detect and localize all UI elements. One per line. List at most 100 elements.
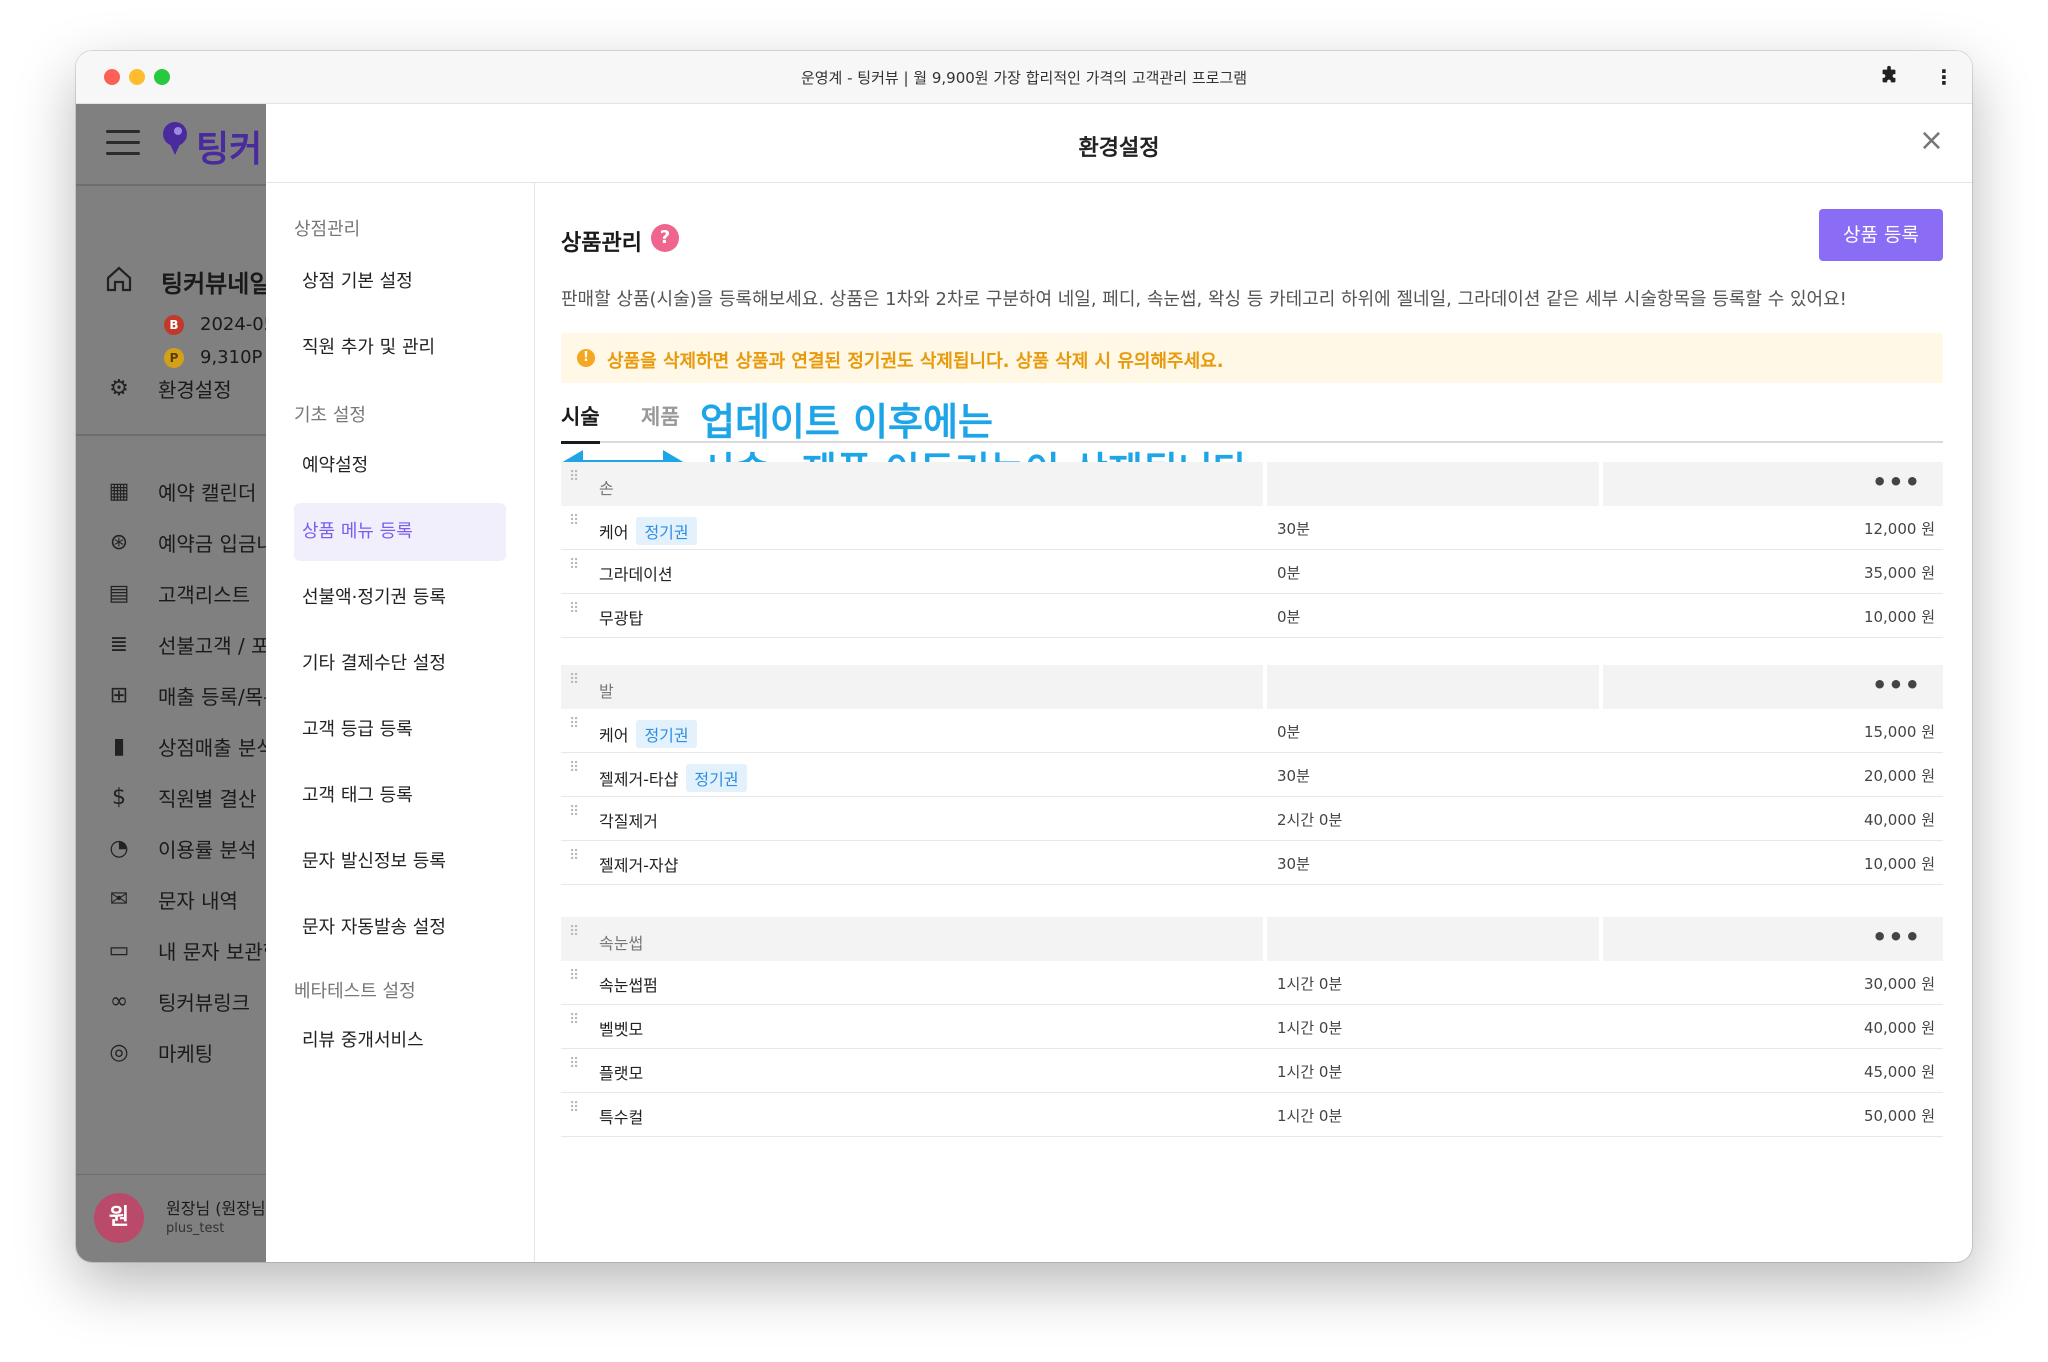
product-duration: 30분 [1277, 767, 1310, 785]
product-row[interactable]: ⠿ 케어 정기권 30분 12,000 원 [561, 506, 1943, 550]
product-name: 각질제거 [599, 812, 658, 831]
drag-handle-icon[interactable]: ⠿ [569, 1013, 581, 1037]
drag-handle-icon[interactable]: ⠿ [569, 805, 581, 829]
product-duration: 1시간 0분 [1277, 1107, 1343, 1125]
drag-handle-icon[interactable]: ⠿ [569, 470, 581, 494]
category-header[interactable]: ⠿ 속눈썹 ••• [561, 917, 1943, 961]
product-row[interactable]: ⠿ 무광탑 0분 10,000 원 [561, 594, 1943, 638]
bg-nav-item[interactable]: ⊛ 예약금 입금내 [104, 525, 275, 559]
product-row[interactable]: ⠿ 그라데이션 0분 35,000 원 [561, 550, 1943, 594]
product-name: 속눈썹펌 [599, 976, 658, 995]
bg-nav-item[interactable]: ⊞ 매출 등록/목록 [104, 678, 282, 712]
drag-handle-icon[interactable]: ⠿ [569, 849, 581, 873]
settings-nav-item[interactable]: 문자 자동발송 설정 [294, 899, 506, 957]
drag-handle-icon[interactable]: ⠿ [569, 1057, 581, 1081]
puzzle-icon[interactable] [1878, 65, 1900, 92]
bg-nav-item[interactable]: ✉ 문자 내역 [104, 882, 238, 916]
product-name: 젤제거-자샵 [599, 856, 679, 875]
product-row[interactable]: ⠿ 특수컬 1시간 0분 50,000 원 [561, 1093, 1943, 1137]
drag-handle-icon[interactable]: ⠿ [569, 1101, 581, 1125]
product-price: 12,000 원 [1863, 520, 1935, 538]
tab-product[interactable]: 제품 [641, 401, 680, 441]
product-row[interactable]: ⠿ 젤제거-자샵 30분 10,000 원 [561, 841, 1943, 885]
drag-handle-icon[interactable]: ⠿ [569, 602, 581, 626]
help-icon[interactable]: ? [651, 224, 679, 252]
link-icon: ∞ [109, 988, 129, 1014]
product-duration: 30분 [1277, 855, 1310, 873]
add-product-button[interactable]: 상품 등록 [1819, 209, 1943, 261]
product-name: 특수컬 [599, 1108, 644, 1127]
category-header[interactable]: ⠿ 손 ••• [561, 462, 1943, 506]
drag-handle-icon[interactable]: ⠿ [569, 969, 581, 993]
dollar-circle-icon: ⊛ [109, 529, 129, 555]
settings-nav-item[interactable]: 상품 메뉴 등록 [294, 503, 506, 561]
settings-nav-item[interactable]: 고객 태그 등록 [294, 767, 506, 825]
drag-handle-icon[interactable]: ⠿ [569, 761, 581, 785]
bg-nav-item[interactable]: ∞ 팅커뷰링크 [104, 984, 250, 1018]
category-header[interactable]: ⠿ 발 ••• [561, 665, 1943, 709]
product-price: 45,000 원 [1863, 1063, 1935, 1081]
product-row[interactable]: ⠿ 각질제거 2시간 0분 40,000 원 [561, 797, 1943, 841]
product-name: 벨벳모 [599, 1020, 644, 1039]
bg-settings-link[interactable]: ⚙ 환경설정 [104, 371, 231, 405]
home-icon [106, 266, 132, 292]
avatar[interactable]: 원 [94, 1193, 144, 1243]
settings-nav-item[interactable]: 고객 등급 등록 [294, 701, 506, 759]
settings-nav-item[interactable]: 직원 추가 및 관리 [294, 319, 506, 377]
subscription-tag: 정기권 [636, 720, 697, 748]
warning-banner: ! 상품을 삭제하면 상품과 연결된 정기권도 삭제됩니다. 상품 삭제 시 유… [561, 333, 1943, 383]
product-management-panel: 상품관리 ? 상품 등록 판매할 상품(시술)을 등록해보세요. 상품은 1차와… [535, 183, 1972, 1262]
product-price: 10,000 원 [1863, 855, 1935, 873]
bg-nav-item[interactable]: ▭ 내 문자 보관함 [104, 933, 282, 967]
dollar-icon: $ [112, 784, 126, 810]
drag-handle-icon[interactable]: ⠿ [569, 717, 581, 741]
product-row[interactable]: ⠿ 케어 정기권 0분 15,000 원 [561, 709, 1943, 753]
bg-nav-item[interactable]: $ 직원별 결산 [104, 780, 256, 814]
settings-nav-item[interactable]: 기타 결제수단 설정 [294, 635, 506, 693]
bg-nav-item[interactable]: ▤ 고객리스트 [104, 576, 250, 610]
product-row[interactable]: ⠿ 벨벳모 1시간 0분 40,000 원 [561, 1005, 1943, 1049]
page-title: 상품관리 [561, 231, 642, 256]
hamburger-icon[interactable] [106, 130, 140, 156]
product-price: 40,000 원 [1863, 1019, 1935, 1037]
product-name: 케어 정기권 [599, 517, 697, 545]
calendar-icon: ▦ [108, 478, 130, 504]
tab-service[interactable]: 시술 [561, 401, 600, 444]
bg-nav-item[interactable]: ▦ 예약 캘린더 [104, 474, 257, 508]
drag-handle-icon[interactable]: ⠿ [569, 925, 581, 949]
settings-nav-item[interactable]: 리뷰 중개서비스 [294, 1012, 506, 1070]
settings-nav-item[interactable]: 예약설정 [294, 437, 506, 495]
bg-nav-item[interactable]: ◔ 이용률 분석 [104, 831, 256, 865]
settings-nav-item[interactable]: 상점 기본 설정 [294, 253, 506, 311]
nav-section-label: 베타테스트 설정 [294, 981, 416, 1002]
bg-nav-item[interactable]: ◎ 마케팅 [104, 1035, 213, 1069]
product-name: 플랫모 [599, 1064, 644, 1083]
window-title: 운영계 - 팅커뷰 | 월 9,900원 가장 합리적인 가격의 고객관리 프로… [800, 69, 1248, 87]
bg-nav-item[interactable]: ≣ 선불고객 / 포 [104, 627, 270, 661]
product-duration: 1시간 0분 [1277, 975, 1343, 993]
settings-modal: 환경설정 × 상점관리 상점 기본 설정 직원 추가 및 관리 기초 설정 예약설정 상품… [266, 104, 1972, 1262]
product-duration: 0분 [1277, 723, 1301, 741]
product-price: 20,000 원 [1863, 767, 1935, 785]
product-duration: 2시간 0분 [1277, 811, 1343, 829]
settings-nav-item[interactable]: 선불액·정기권 등록 [294, 569, 506, 627]
more-options-icon[interactable]: ••• [1872, 468, 1921, 496]
more-options-icon[interactable]: ••• [1872, 923, 1921, 951]
product-row[interactable]: ⠿ 젤제거-타샵 정기권 30분 20,000 원 [561, 753, 1943, 797]
category-name: 발 [599, 682, 614, 701]
bg-nav-item[interactable]: ▮ 상점매출 분석 [104, 729, 275, 763]
settings-nav-item[interactable]: 문자 발신정보 등록 [294, 833, 506, 891]
bar-chart-icon: ▮ [112, 733, 126, 759]
drag-handle-icon[interactable]: ⠿ [569, 514, 581, 538]
annotation-line-1: 업데이트 이후에는 [700, 400, 993, 444]
product-row[interactable]: ⠿ 플랫모 1시간 0분 45,000 원 [561, 1049, 1943, 1093]
more-options-icon[interactable]: ••• [1872, 671, 1921, 699]
user-name: 원장님 (원장님 [166, 1199, 266, 1218]
drag-handle-icon[interactable]: ⠿ [569, 673, 581, 697]
product-row[interactable]: ⠿ 속눈썹펌 1시간 0분 30,000 원 [561, 961, 1943, 1005]
more-vertical-icon[interactable]: ⋮ [1934, 65, 1954, 89]
modal-header: 환경설정 × [266, 104, 1972, 183]
drag-handle-icon[interactable]: ⠿ [569, 558, 581, 582]
product-duration: 1시간 0분 [1277, 1019, 1343, 1037]
close-icon[interactable]: × [1919, 126, 1944, 156]
